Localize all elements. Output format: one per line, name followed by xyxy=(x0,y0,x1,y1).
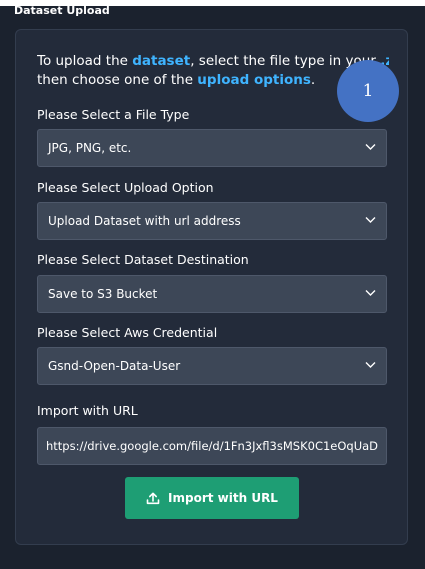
credential-label: Please Select Aws Credential xyxy=(37,325,218,340)
chevron-down-icon xyxy=(365,362,376,368)
intro-text-part: To upload the xyxy=(37,53,133,69)
credential-value: Gsnd-Open-Data-User xyxy=(48,359,181,373)
destination-select[interactable]: Save to S3 Bucket xyxy=(37,275,387,313)
chevron-down-icon xyxy=(365,144,376,150)
intro-text-part: . xyxy=(310,72,316,88)
page-title: Dataset Upload xyxy=(14,4,110,17)
upload-option-value: Upload Dataset with url address xyxy=(48,214,241,228)
intro-text-part: then choose one of the xyxy=(37,72,198,88)
chevron-down-icon xyxy=(365,290,376,296)
import-with-url-button[interactable]: Import with URL xyxy=(125,477,299,519)
intro-text: To upload the dataset, select the file t… xyxy=(37,52,389,90)
chevron-down-icon xyxy=(365,217,376,223)
upload-option-select[interactable]: Upload Dataset with url address xyxy=(37,202,387,240)
import-url-input[interactable] xyxy=(37,427,387,465)
credential-select[interactable]: Gsnd-Open-Data-User xyxy=(37,347,387,385)
dataset-link[interactable]: dataset xyxy=(132,53,190,69)
upload-options-link[interactable]: upload options xyxy=(197,72,311,88)
upload-icon xyxy=(146,492,160,505)
file-type-select[interactable]: JPG, PNG, etc. xyxy=(37,129,387,167)
file-type-label: Please Select a File Type xyxy=(37,107,190,122)
file-type-value: JPG, PNG, etc. xyxy=(48,141,132,155)
destination-value: Save to S3 Bucket xyxy=(48,287,158,301)
annotation-badge: 1 xyxy=(337,60,399,122)
import-url-label: Import with URL xyxy=(37,403,138,418)
upload-option-label: Please Select Upload Option xyxy=(37,180,214,195)
destination-label: Please Select Dataset Destination xyxy=(37,252,249,267)
import-button-label: Import with URL xyxy=(168,491,278,505)
